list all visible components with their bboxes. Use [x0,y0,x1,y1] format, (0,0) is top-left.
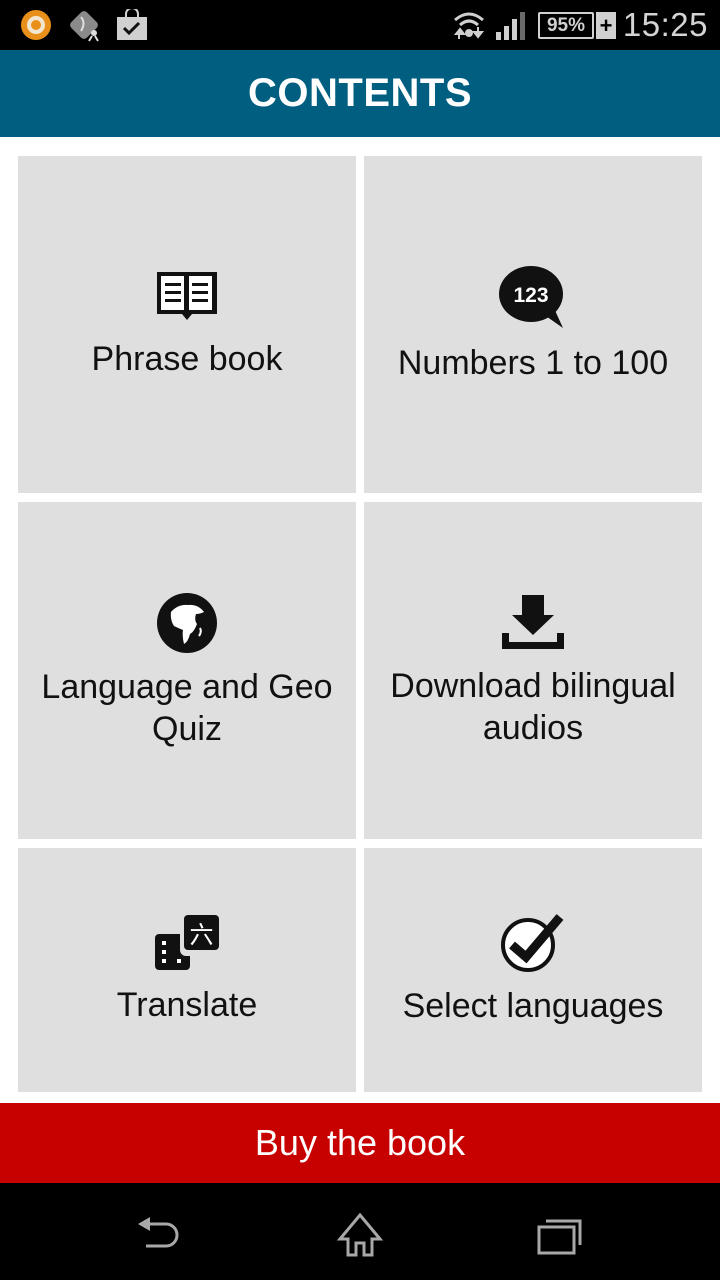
status-bar: 95% + 15:25 [0,0,720,50]
tile-label: Language and Geo Quiz [41,667,333,748]
bubble-text: 123 [513,284,548,307]
recent-apps-button[interactable] [530,1205,590,1265]
wifi-icon [453,12,485,39]
speech-bubble-123-icon: 123 [499,265,563,328]
tile-label: Numbers 1 to 100 [397,343,669,382]
recent-apps-icon [537,1219,582,1255]
tile-translate[interactable]: 六 Translate [18,848,356,1092]
tile-label: Select languages [402,987,664,1025]
tile-phrase-book[interactable]: Phrase book [18,156,356,493]
tile-select-languages[interactable]: Select languages [364,848,702,1092]
tile-numbers[interactable]: 123 Numbers 1 to 100 [364,156,702,493]
page-title: CONTENTS [248,71,472,115]
download-icon [502,594,564,649]
tile-download-audios[interactable]: Download bilingual audios [364,502,702,839]
shopping-bag-check-icon [117,9,147,40]
tile-label: Download bilingual audios [390,666,676,747]
avast-icon [21,10,51,40]
navigation-bar [0,1183,720,1280]
signal-icon [496,12,525,40]
book-icon [157,271,217,320]
back-button[interactable] [130,1205,190,1265]
back-icon [138,1217,179,1248]
clock: 15:25 [622,6,708,43]
charging-plus-icon: + [596,12,616,39]
battery-icon: 95% [538,12,594,39]
buy-the-book-button[interactable]: Buy the book [0,1103,720,1183]
translate-glyph: 六 [190,921,214,949]
tile-label: Phrase book [91,339,283,378]
tile-label: Translate [116,986,258,1024]
home-icon [336,1213,384,1257]
app-runner-icon [70,11,99,42]
home-button[interactable] [330,1205,390,1265]
globe-icon [157,592,217,653]
check-circle-icon [501,914,564,972]
tile-language-geo-quiz[interactable]: Language and Geo Quiz [18,502,356,839]
battery-percent: 95% [546,14,586,36]
app-header: CONTENTS [0,50,720,137]
translate-icon: 六 [155,915,219,970]
